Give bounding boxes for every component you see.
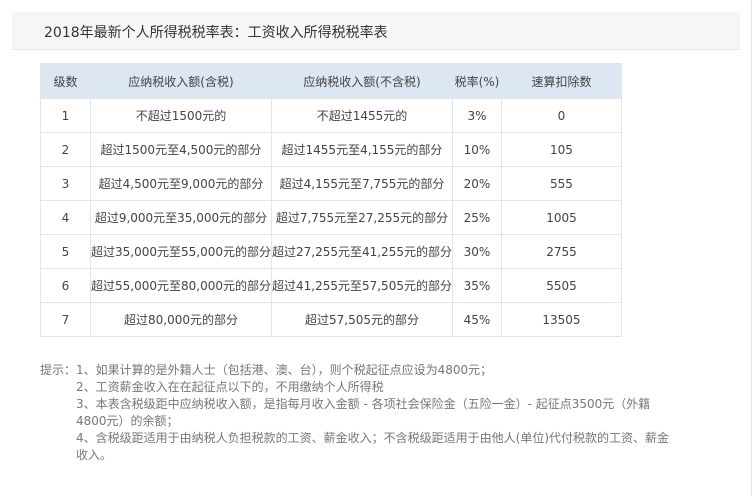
cell-rate: 45% (451, 302, 502, 337)
cell-taxable-excl: 超过4,155元至7,755元的部分 (270, 166, 453, 201)
table-row: 3 超过4,500元至9,000元的部分 超过4,155元至7,755元的部分 … (40, 166, 622, 201)
header-cell-level: 级数 (40, 63, 91, 99)
cell-rate: 3% (451, 98, 502, 133)
cell-deduction: 13505 (500, 302, 622, 337)
cell-taxable-incl: 超过80,000元的部分 (90, 302, 272, 337)
cell-level: 5 (40, 234, 91, 269)
cell-taxable-incl: 不超过1500元的 (90, 98, 272, 133)
cell-taxable-excl: 超过27,255元至41,255元的部分 (270, 234, 453, 269)
note-item: 4、含税级距适用于由纳税人负担税款的工资、薪金收入；不含税级距适用于由他人(单位… (40, 430, 680, 464)
note-item: 提示： 1、如果计算的是外籍人士（包括港、澳、台），则个税起征点应设为4800元… (40, 362, 680, 379)
table-row: 4 超过9,000元至35,000元的部分 超过7,755元至27,255元的部… (40, 200, 622, 235)
cell-level: 4 (40, 200, 91, 235)
header-row: 级数 应纳税收入额(含税) 应纳税收入额(不含税) 税率(%) 速算扣除数 (40, 63, 622, 99)
article-page: 2018年最新个人所得税税率表：工资收入所得税税率表 级数 应纳税收入额(含税)… (0, 0, 752, 496)
header-cell-taxable-excl: 应纳税收入额(不含税) (270, 63, 453, 99)
cell-deduction: 555 (500, 166, 622, 201)
cell-deduction: 105 (500, 132, 622, 167)
note-item: 2、工资薪金收入在在起征点以下的，不用缴纳个人所得税 (40, 379, 680, 396)
cell-deduction: 0 (500, 98, 622, 133)
cell-level: 6 (40, 268, 91, 303)
cell-deduction: 5505 (500, 268, 622, 303)
cell-taxable-incl: 超过1500元至4,500元的部分 (90, 132, 272, 167)
notes-prefix: 提示： (40, 363, 77, 377)
cell-rate: 30% (451, 234, 502, 269)
table-row: 7 超过80,000元的部分 超过57,505元的部分 45% 13505 (40, 302, 622, 337)
cell-taxable-excl: 超过57,505元的部分 (270, 302, 453, 337)
cell-rate: 25% (451, 200, 502, 235)
note-text: 2、工资薪金收入在在起征点以下的，不用缴纳个人所得税 (76, 380, 384, 394)
note-text: 1、如果计算的是外籍人士（包括港、澳、台），则个税起征点应设为4800元； (76, 363, 493, 377)
cell-deduction: 1005 (500, 200, 622, 235)
note-text: 4、含税级距适用于由纳税人负担税款的工资、薪金收入；不含税级距适用于由他人(单位… (76, 431, 670, 462)
note-item: 3、本表含税级距中应纳税收入额，是指每月收入金额 - 各项社会保险金（五险一金）… (40, 396, 680, 430)
table-body: 1 不超过1500元的 不超过1455元的 3% 0 2 超过1500元至4,5… (40, 98, 622, 337)
header-cell-deduction: 速算扣除数 (500, 63, 622, 99)
table-row: 1 不超过1500元的 不超过1455元的 3% 0 (40, 98, 622, 133)
cell-taxable-excl: 超过7,755元至27,255元的部分 (270, 200, 453, 235)
title-bar: 2018年最新个人所得税税率表：工资收入所得税税率表 (12, 12, 740, 50)
header-cell-taxable-incl: 应纳税收入额(含税) (90, 63, 272, 99)
note-text: 3、本表含税级距中应纳税收入额，是指每月收入金额 - 各项社会保险金（五险一金）… (76, 397, 651, 428)
cell-rate: 35% (451, 268, 502, 303)
page-title: 2018年最新个人所得税税率表：工资收入所得税税率表 (44, 25, 388, 41)
notes-section: 提示： 1、如果计算的是外籍人士（包括港、澳、台），则个税起征点应设为4800元… (40, 362, 680, 464)
table-row: 2 超过1500元至4,500元的部分 超过1455元至4,155元的部分 10… (40, 132, 622, 167)
cell-taxable-incl: 超过9,000元至35,000元的部分 (90, 200, 272, 235)
cell-taxable-excl: 超过41,255元至57,505元的部分 (270, 268, 453, 303)
cell-level: 7 (40, 302, 91, 337)
cell-deduction: 2755 (500, 234, 622, 269)
cell-taxable-incl: 超过35,000元至55,000元的部分 (90, 234, 272, 269)
cell-level: 2 (40, 132, 91, 167)
table-row: 6 超过55,000元至80,000元的部分 超过41,255元至57,505元… (40, 268, 622, 303)
cell-level: 3 (40, 166, 91, 201)
cell-taxable-excl: 超过1455元至4,155元的部分 (270, 132, 453, 167)
table-header: 级数 应纳税收入额(含税) 应纳税收入额(不含税) 税率(%) 速算扣除数 (40, 63, 622, 99)
table-row: 5 超过35,000元至55,000元的部分 超过27,255元至41,255元… (40, 234, 622, 269)
cell-taxable-incl: 超过55,000元至80,000元的部分 (90, 268, 272, 303)
cell-level: 1 (40, 98, 91, 133)
header-cell-rate: 税率(%) (451, 63, 502, 99)
cell-rate: 10% (451, 132, 502, 167)
cell-rate: 20% (451, 166, 502, 201)
cell-taxable-incl: 超过4,500元至9,000元的部分 (90, 166, 272, 201)
tax-rate-table: 级数 应纳税收入额(含税) 应纳税收入额(不含税) 税率(%) 速算扣除数 1 … (40, 63, 622, 337)
cell-taxable-excl: 不超过1455元的 (270, 98, 453, 133)
